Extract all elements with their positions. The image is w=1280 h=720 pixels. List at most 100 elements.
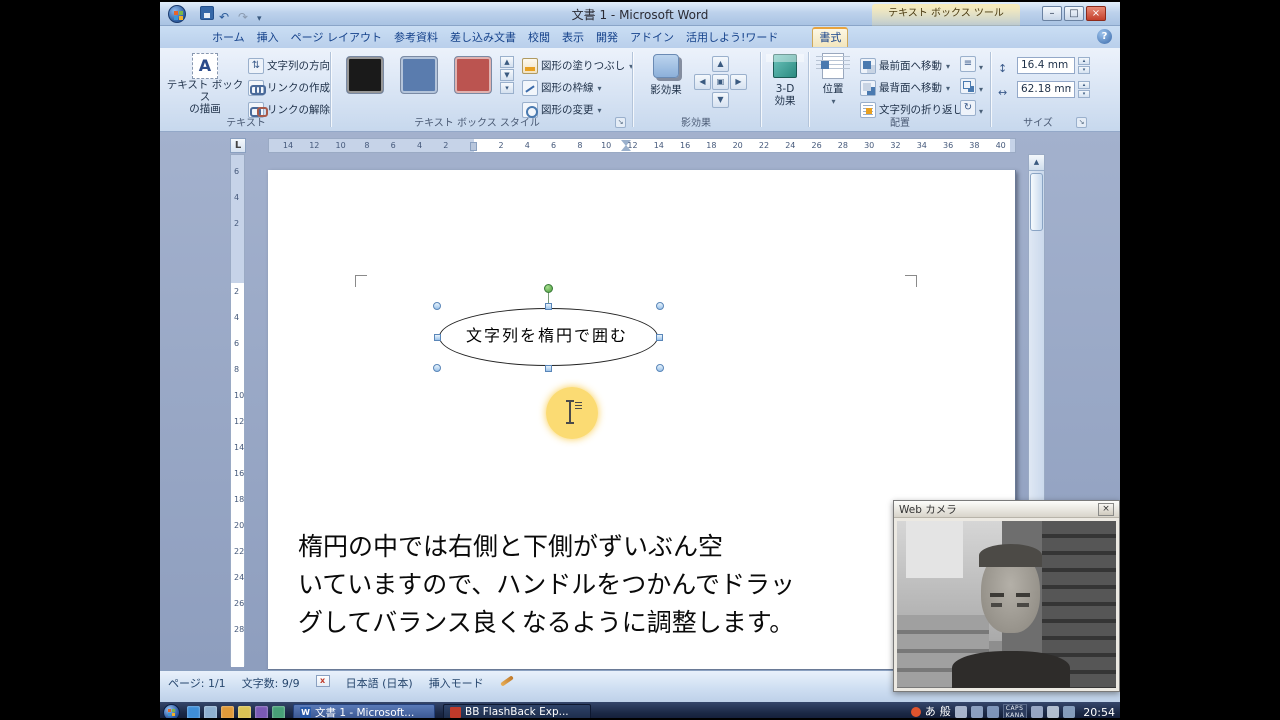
resize-handle-top[interactable] xyxy=(545,303,552,310)
text-direction-button[interactable]: 文字列の方向 xyxy=(246,56,332,75)
ime-input-mode[interactable]: あ xyxy=(925,703,936,718)
keyboard-icon[interactable] xyxy=(1031,706,1044,718)
v-ruler[interactable]: 6 4 2 2 4 6 8 10 12 14 16 18 20 22 24 26 28 xyxy=(230,154,245,667)
tab-ホーム[interactable]: ホーム xyxy=(206,27,251,48)
tab-挿入[interactable]: 挿入 xyxy=(251,27,285,48)
clock[interactable]: 20:54 xyxy=(1083,706,1115,719)
undo-icon[interactable] xyxy=(219,6,233,20)
browser-icon[interactable] xyxy=(187,705,200,718)
office-button[interactable] xyxy=(168,5,186,23)
send-to-back-button[interactable]: 最背面へ移動 xyxy=(858,78,952,97)
shape-width-input[interactable] xyxy=(1017,80,1075,98)
redo-icon[interactable] xyxy=(238,6,252,20)
ruler-number: 2 xyxy=(234,287,240,296)
tab-参考資料[interactable]: 参考資料 xyxy=(388,27,444,48)
width-spin-down-icon[interactable] xyxy=(1078,89,1090,98)
show-desktop-icon[interactable] xyxy=(204,705,217,718)
ellipse-text[interactable]: 文字列を楕円で囲む xyxy=(466,322,628,346)
resize-handle-bottom-right[interactable] xyxy=(656,364,664,372)
resize-handle-bottom-left[interactable] xyxy=(433,364,441,372)
ruler-number: 6 xyxy=(234,167,240,176)
h-ruler[interactable]: 14 12 10 8 6 4 2 2 4 6 8 10 12 14 16 18 20 22 24 26 28 30 32 34… xyxy=(268,138,1016,153)
height-spin-up-icon[interactable] xyxy=(1078,56,1090,65)
position-button[interactable]: 位置 xyxy=(814,53,852,108)
ime-conversion-mode[interactable]: 般 xyxy=(940,703,951,718)
macro-record-icon[interactable] xyxy=(499,675,514,687)
app-icon-2[interactable] xyxy=(272,705,285,718)
size-dialog-launcher-icon[interactable] xyxy=(1076,117,1087,128)
tab-書式[interactable]: 書式 xyxy=(812,27,849,47)
ime-dictionary-icon[interactable] xyxy=(970,706,983,718)
network-icon[interactable] xyxy=(1063,706,1076,718)
create-link-button[interactable]: リンクの作成 xyxy=(246,78,332,97)
threed-effects-button[interactable]: 3-D 効果 xyxy=(766,54,804,107)
ruler-number: 20 xyxy=(234,521,245,530)
restore-button[interactable] xyxy=(1064,6,1084,21)
tab-ページ レイアウト[interactable]: ページ レイアウト xyxy=(285,27,388,48)
ruler-number: 12 xyxy=(234,417,245,426)
left-margin-marker[interactable] xyxy=(470,142,477,151)
tab-アドイン[interactable]: アドイン xyxy=(624,27,680,48)
tab-活用しよう!ワード[interactable]: 活用しよう!ワード xyxy=(680,27,784,48)
taskbar-button-flashback[interactable]: BB FlashBack Exp... xyxy=(443,704,591,718)
scrollbar-thumb[interactable] xyxy=(1030,173,1043,231)
scroll-up-icon[interactable] xyxy=(1029,155,1044,171)
tab-表示[interactable]: 表示 xyxy=(556,27,590,48)
textbox-style-swatch-2[interactable] xyxy=(400,56,438,94)
shape-outline-button[interactable]: 図形の枠線 xyxy=(520,78,604,97)
explorer-icon[interactable] xyxy=(238,705,251,718)
minimize-button[interactable] xyxy=(1042,6,1062,21)
nudge-shadow-right-icon[interactable]: ▶ xyxy=(730,74,747,90)
width-spin-up-icon[interactable] xyxy=(1078,80,1090,89)
rotation-handle[interactable] xyxy=(544,284,553,293)
qat-customize-icon[interactable] xyxy=(257,6,271,20)
shadow-effects-button[interactable]: 影効果 xyxy=(642,54,690,96)
resize-handle-top-right[interactable] xyxy=(656,302,664,310)
shape-height-input[interactable] xyxy=(1017,56,1075,74)
save-icon[interactable] xyxy=(200,6,214,20)
help-icon[interactable] xyxy=(1097,29,1112,44)
ime-pen-icon[interactable] xyxy=(954,706,967,718)
volume-icon[interactable] xyxy=(1047,706,1060,718)
textbox-style-swatch-1[interactable] xyxy=(346,56,384,94)
media-player-icon[interactable] xyxy=(221,705,234,718)
nudge-shadow-up-icon[interactable]: ▲ xyxy=(712,56,729,72)
proofing-icon[interactable] xyxy=(315,675,330,687)
webcam-title-bar[interactable]: Web カメラ xyxy=(894,501,1119,518)
page-indicator[interactable]: ページ: 1/1 xyxy=(168,675,226,691)
styles-dialog-launcher-icon[interactable] xyxy=(615,117,626,128)
draw-textbox-button[interactable]: テキスト ボックス の描画 xyxy=(166,53,244,115)
textbox-style-swatch-3[interactable] xyxy=(454,56,492,94)
shape-fill-button[interactable]: 図形の塗りつぶし xyxy=(520,56,635,75)
ellipse-shape[interactable]: 文字列を楕円で囲む xyxy=(439,308,658,366)
resize-handle-left[interactable] xyxy=(434,334,441,341)
webcam-close-icon[interactable] xyxy=(1098,502,1114,516)
gallery-down-icon[interactable]: ▼ xyxy=(500,69,514,81)
gallery-up-icon[interactable]: ▲ xyxy=(500,56,514,68)
char-count[interactable]: 文字数: 9/9 xyxy=(242,675,300,691)
nudge-shadow-down-icon[interactable]: ▼ xyxy=(712,92,729,108)
nudge-shadow-left-icon[interactable]: ◀ xyxy=(694,74,711,90)
gallery-more-icon[interactable]: ▾ xyxy=(500,82,514,94)
resize-handle-top-left[interactable] xyxy=(433,302,441,310)
tab-差し込み文書[interactable]: 差し込み文書 xyxy=(444,27,522,48)
app-icon-1[interactable] xyxy=(255,705,268,718)
ime-toolbar-icon[interactable] xyxy=(986,706,999,718)
caps-kana-indicator[interactable]: CAPS KANA xyxy=(1002,704,1028,718)
tab-開発[interactable]: 開発 xyxy=(590,27,624,48)
height-spin-down-icon[interactable] xyxy=(1078,65,1090,74)
insert-mode[interactable]: 挿入モード xyxy=(429,675,484,691)
tab-校閲[interactable]: 校閲 xyxy=(522,27,556,48)
align-button[interactable] xyxy=(958,56,985,72)
start-button[interactable] xyxy=(163,703,180,718)
taskbar-button-word[interactable]: 文書 1 - Microsoft... xyxy=(293,704,435,718)
close-button[interactable] xyxy=(1086,6,1106,21)
language-indicator[interactable]: 日本語 (日本) xyxy=(346,675,413,691)
resize-handle-bottom[interactable] xyxy=(545,365,552,372)
recording-indicator[interactable] xyxy=(910,707,921,717)
resize-handle-right[interactable] xyxy=(656,334,663,341)
bring-to-front-button[interactable]: 最前面へ移動 xyxy=(858,56,952,75)
tab-stop-selector[interactable] xyxy=(230,138,246,153)
shadow-toggle-icon[interactable]: ▣ xyxy=(712,74,729,90)
group-button[interactable] xyxy=(958,78,985,94)
